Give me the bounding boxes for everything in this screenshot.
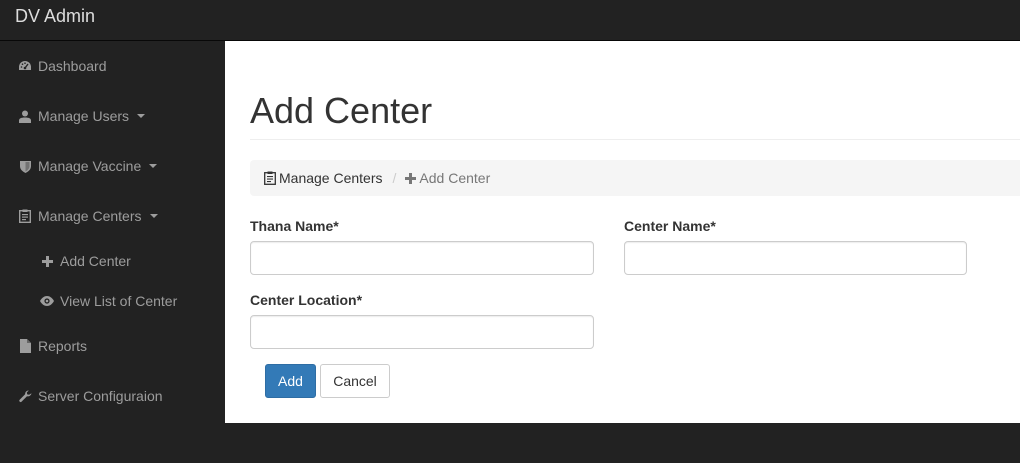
thana-name-input[interactable] (250, 241, 594, 275)
sidebar-item-label: Manage Vaccine (38, 158, 142, 174)
file-icon (18, 339, 32, 353)
wrench-icon (18, 389, 32, 403)
breadcrumb-label: Add Center (419, 170, 491, 186)
sidebar-item-label: Dashboard (38, 58, 107, 74)
center-name-label: Center Name* (624, 218, 716, 234)
chevron-down-icon (149, 214, 158, 218)
user-icon (18, 109, 32, 123)
breadcrumb-separator: / (392, 170, 397, 186)
main-content: Add Center Manage Centers / Add Center T… (225, 41, 1020, 423)
sidebar-item-label: Server Configuraion (38, 388, 163, 404)
sidebar-subitem-view-list[interactable]: View List of Center (0, 283, 225, 319)
brand-title[interactable]: DV Admin (15, 5, 95, 27)
center-name-input[interactable] (624, 241, 967, 275)
sidebar-item-dashboard[interactable]: Dashboard (0, 46, 225, 86)
shield-icon (18, 159, 32, 173)
sidebar-subitem-add-center[interactable]: Add Center (0, 243, 225, 279)
sidebar-item-label: Manage Users (38, 108, 130, 124)
sidebar-item-manage-vaccine[interactable]: Manage Vaccine (0, 146, 225, 186)
top-navbar: DV Admin (0, 0, 1020, 41)
sidebar-subitem-label: Add Center (60, 253, 131, 269)
cancel-button[interactable]: Cancel (320, 364, 390, 398)
breadcrumb-label: Manage Centers (279, 170, 383, 186)
center-location-label: Center Location* (250, 292, 363, 308)
breadcrumb: Manage Centers / Add Center (250, 160, 1020, 196)
clipboard-icon (18, 209, 32, 223)
sidebar-item-server-configuration[interactable]: Server Configuraion (0, 376, 225, 416)
chevron-down-icon (137, 114, 146, 118)
sidebar-item-manage-users[interactable]: Manage Users (0, 96, 225, 136)
clipboard-icon (264, 171, 276, 185)
plus-icon (405, 172, 417, 184)
center-location-input[interactable] (250, 315, 594, 349)
add-button[interactable]: Add (265, 364, 316, 398)
thana-name-label: Thana Name* (250, 218, 339, 234)
sidebar-item-reports[interactable]: Reports (0, 326, 225, 366)
title-divider (250, 139, 1020, 140)
breadcrumb-manage-centers[interactable]: Manage Centers (264, 170, 383, 186)
eye-icon (40, 296, 54, 306)
sidebar: Dashboard Manage Users Manage Vaccine Ma… (0, 41, 225, 463)
sidebar-item-manage-centers[interactable]: Manage Centers (0, 196, 225, 236)
breadcrumb-add-center: Add Center (405, 170, 490, 186)
dashboard-icon (18, 59, 32, 73)
chevron-down-icon (149, 164, 158, 168)
page-title: Add Center (250, 90, 433, 131)
plus-icon (40, 255, 54, 267)
sidebar-subitem-label: View List of Center (60, 293, 178, 309)
sidebar-item-label: Reports (38, 338, 88, 354)
sidebar-item-label: Manage Centers (38, 208, 142, 224)
